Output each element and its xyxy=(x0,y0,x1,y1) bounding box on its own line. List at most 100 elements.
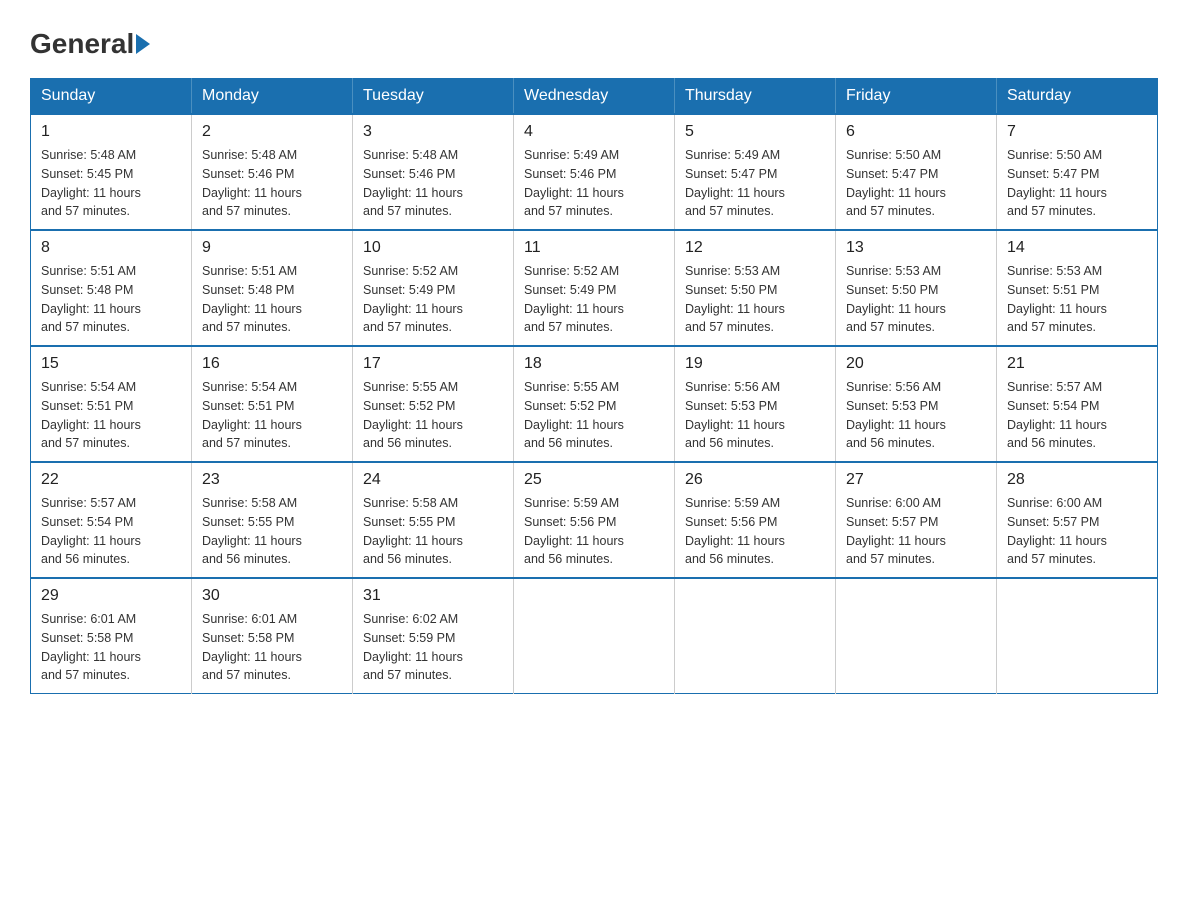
day-info: Sunrise: 6:02 AM Sunset: 5:59 PM Dayligh… xyxy=(363,610,503,685)
calendar-cell: 31 Sunrise: 6:02 AM Sunset: 5:59 PM Dayl… xyxy=(353,578,514,694)
calendar-header-thursday: Thursday xyxy=(675,79,836,115)
calendar-week-row: 29 Sunrise: 6:01 AM Sunset: 5:58 PM Dayl… xyxy=(31,578,1158,694)
day-info: Sunrise: 5:53 AM Sunset: 5:50 PM Dayligh… xyxy=(685,262,825,337)
day-number: 26 xyxy=(685,471,825,489)
day-number: 1 xyxy=(41,123,181,141)
page-header: General xyxy=(30,20,1158,60)
calendar-cell: 21 Sunrise: 5:57 AM Sunset: 5:54 PM Dayl… xyxy=(997,346,1158,462)
calendar-cell: 7 Sunrise: 5:50 AM Sunset: 5:47 PM Dayli… xyxy=(997,114,1158,230)
calendar-cell: 8 Sunrise: 5:51 AM Sunset: 5:48 PM Dayli… xyxy=(31,230,192,346)
day-number: 4 xyxy=(524,123,664,141)
calendar-cell: 19 Sunrise: 5:56 AM Sunset: 5:53 PM Dayl… xyxy=(675,346,836,462)
day-number: 13 xyxy=(846,239,986,257)
day-info: Sunrise: 5:58 AM Sunset: 5:55 PM Dayligh… xyxy=(202,494,342,569)
calendar-header-row: SundayMondayTuesdayWednesdayThursdayFrid… xyxy=(31,79,1158,115)
calendar-header-wednesday: Wednesday xyxy=(514,79,675,115)
calendar-week-row: 1 Sunrise: 5:48 AM Sunset: 5:45 PM Dayli… xyxy=(31,114,1158,230)
day-info: Sunrise: 6:01 AM Sunset: 5:58 PM Dayligh… xyxy=(41,610,181,685)
day-number: 20 xyxy=(846,355,986,373)
calendar-cell: 10 Sunrise: 5:52 AM Sunset: 5:49 PM Dayl… xyxy=(353,230,514,346)
calendar-header-saturday: Saturday xyxy=(997,79,1158,115)
day-info: Sunrise: 5:55 AM Sunset: 5:52 PM Dayligh… xyxy=(524,378,664,453)
day-number: 2 xyxy=(202,123,342,141)
calendar-cell: 16 Sunrise: 5:54 AM Sunset: 5:51 PM Dayl… xyxy=(192,346,353,462)
calendar-header-tuesday: Tuesday xyxy=(353,79,514,115)
calendar-header-monday: Monday xyxy=(192,79,353,115)
calendar-table: SundayMondayTuesdayWednesdayThursdayFrid… xyxy=(30,78,1158,694)
day-info: Sunrise: 5:52 AM Sunset: 5:49 PM Dayligh… xyxy=(363,262,503,337)
day-info: Sunrise: 5:56 AM Sunset: 5:53 PM Dayligh… xyxy=(685,378,825,453)
day-info: Sunrise: 5:53 AM Sunset: 5:51 PM Dayligh… xyxy=(1007,262,1147,337)
day-number: 6 xyxy=(846,123,986,141)
day-info: Sunrise: 5:48 AM Sunset: 5:46 PM Dayligh… xyxy=(202,146,342,221)
calendar-cell: 23 Sunrise: 5:58 AM Sunset: 5:55 PM Dayl… xyxy=(192,462,353,578)
calendar-cell: 22 Sunrise: 5:57 AM Sunset: 5:54 PM Dayl… xyxy=(31,462,192,578)
day-number: 29 xyxy=(41,587,181,605)
logo-general-text: General xyxy=(30,28,151,60)
calendar-cell: 2 Sunrise: 5:48 AM Sunset: 5:46 PM Dayli… xyxy=(192,114,353,230)
day-info: Sunrise: 5:49 AM Sunset: 5:46 PM Dayligh… xyxy=(524,146,664,221)
day-info: Sunrise: 5:50 AM Sunset: 5:47 PM Dayligh… xyxy=(1007,146,1147,221)
day-number: 5 xyxy=(685,123,825,141)
calendar-cell: 14 Sunrise: 5:53 AM Sunset: 5:51 PM Dayl… xyxy=(997,230,1158,346)
day-number: 11 xyxy=(524,239,664,257)
calendar-cell: 13 Sunrise: 5:53 AM Sunset: 5:50 PM Dayl… xyxy=(836,230,997,346)
day-number: 28 xyxy=(1007,471,1147,489)
day-info: Sunrise: 5:53 AM Sunset: 5:50 PM Dayligh… xyxy=(846,262,986,337)
day-info: Sunrise: 5:56 AM Sunset: 5:53 PM Dayligh… xyxy=(846,378,986,453)
day-info: Sunrise: 5:54 AM Sunset: 5:51 PM Dayligh… xyxy=(41,378,181,453)
day-number: 18 xyxy=(524,355,664,373)
calendar-cell: 20 Sunrise: 5:56 AM Sunset: 5:53 PM Dayl… xyxy=(836,346,997,462)
day-info: Sunrise: 5:48 AM Sunset: 5:45 PM Dayligh… xyxy=(41,146,181,221)
day-info: Sunrise: 5:50 AM Sunset: 5:47 PM Dayligh… xyxy=(846,146,986,221)
day-info: Sunrise: 5:51 AM Sunset: 5:48 PM Dayligh… xyxy=(202,262,342,337)
calendar-week-row: 8 Sunrise: 5:51 AM Sunset: 5:48 PM Dayli… xyxy=(31,230,1158,346)
day-number: 23 xyxy=(202,471,342,489)
calendar-cell xyxy=(836,578,997,694)
calendar-cell: 12 Sunrise: 5:53 AM Sunset: 5:50 PM Dayl… xyxy=(675,230,836,346)
calendar-week-row: 22 Sunrise: 5:57 AM Sunset: 5:54 PM Dayl… xyxy=(31,462,1158,578)
calendar-cell: 4 Sunrise: 5:49 AM Sunset: 5:46 PM Dayli… xyxy=(514,114,675,230)
day-info: Sunrise: 5:59 AM Sunset: 5:56 PM Dayligh… xyxy=(524,494,664,569)
calendar-cell: 29 Sunrise: 6:01 AM Sunset: 5:58 PM Dayl… xyxy=(31,578,192,694)
day-number: 10 xyxy=(363,239,503,257)
day-number: 14 xyxy=(1007,239,1147,257)
day-number: 22 xyxy=(41,471,181,489)
day-number: 15 xyxy=(41,355,181,373)
day-info: Sunrise: 5:58 AM Sunset: 5:55 PM Dayligh… xyxy=(363,494,503,569)
day-number: 7 xyxy=(1007,123,1147,141)
day-info: Sunrise: 5:59 AM Sunset: 5:56 PM Dayligh… xyxy=(685,494,825,569)
day-info: Sunrise: 5:49 AM Sunset: 5:47 PM Dayligh… xyxy=(685,146,825,221)
calendar-cell xyxy=(675,578,836,694)
day-info: Sunrise: 5:55 AM Sunset: 5:52 PM Dayligh… xyxy=(363,378,503,453)
day-info: Sunrise: 6:01 AM Sunset: 5:58 PM Dayligh… xyxy=(202,610,342,685)
calendar-cell: 1 Sunrise: 5:48 AM Sunset: 5:45 PM Dayli… xyxy=(31,114,192,230)
calendar-cell: 17 Sunrise: 5:55 AM Sunset: 5:52 PM Dayl… xyxy=(353,346,514,462)
day-number: 9 xyxy=(202,239,342,257)
calendar-cell: 26 Sunrise: 5:59 AM Sunset: 5:56 PM Dayl… xyxy=(675,462,836,578)
day-number: 24 xyxy=(363,471,503,489)
calendar-cell: 25 Sunrise: 5:59 AM Sunset: 5:56 PM Dayl… xyxy=(514,462,675,578)
calendar-header-sunday: Sunday xyxy=(31,79,192,115)
calendar-cell xyxy=(514,578,675,694)
calendar-cell: 11 Sunrise: 5:52 AM Sunset: 5:49 PM Dayl… xyxy=(514,230,675,346)
day-number: 25 xyxy=(524,471,664,489)
day-number: 31 xyxy=(363,587,503,605)
day-number: 27 xyxy=(846,471,986,489)
calendar-header-friday: Friday xyxy=(836,79,997,115)
calendar-cell: 5 Sunrise: 5:49 AM Sunset: 5:47 PM Dayli… xyxy=(675,114,836,230)
day-info: Sunrise: 6:00 AM Sunset: 5:57 PM Dayligh… xyxy=(846,494,986,569)
day-number: 17 xyxy=(363,355,503,373)
calendar-cell: 6 Sunrise: 5:50 AM Sunset: 5:47 PM Dayli… xyxy=(836,114,997,230)
day-info: Sunrise: 5:48 AM Sunset: 5:46 PM Dayligh… xyxy=(363,146,503,221)
logo: General xyxy=(30,20,151,60)
calendar-cell: 18 Sunrise: 5:55 AM Sunset: 5:52 PM Dayl… xyxy=(514,346,675,462)
calendar-cell: 9 Sunrise: 5:51 AM Sunset: 5:48 PM Dayli… xyxy=(192,230,353,346)
day-number: 12 xyxy=(685,239,825,257)
day-number: 30 xyxy=(202,587,342,605)
calendar-cell: 3 Sunrise: 5:48 AM Sunset: 5:46 PM Dayli… xyxy=(353,114,514,230)
calendar-cell: 27 Sunrise: 6:00 AM Sunset: 5:57 PM Dayl… xyxy=(836,462,997,578)
day-info: Sunrise: 5:51 AM Sunset: 5:48 PM Dayligh… xyxy=(41,262,181,337)
calendar-week-row: 15 Sunrise: 5:54 AM Sunset: 5:51 PM Dayl… xyxy=(31,346,1158,462)
calendar-cell: 28 Sunrise: 6:00 AM Sunset: 5:57 PM Dayl… xyxy=(997,462,1158,578)
